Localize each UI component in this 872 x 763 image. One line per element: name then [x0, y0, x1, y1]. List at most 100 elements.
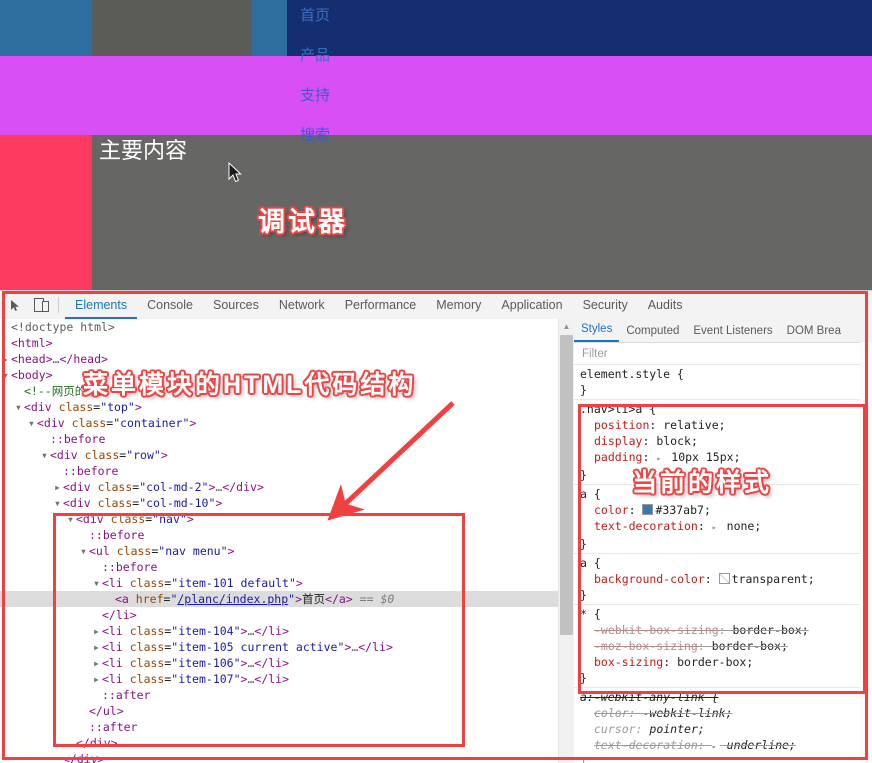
css-declaration[interactable]: display: block; [580, 433, 872, 449]
styles-tab-computed[interactable]: Computed [619, 320, 686, 342]
preview-menu-item-support[interactable]: 支持 [300, 88, 330, 103]
dom-tree-row[interactable]: <li class="item-105 current active">…</l… [0, 639, 558, 655]
dom-tree-row[interactable]: <div class="container"> [0, 415, 558, 431]
disclosure-triangle-icon[interactable] [80, 543, 89, 559]
css-rule[interactable]: element.style {} [574, 365, 872, 400]
preview-menu-item-product[interactable]: 产品 [300, 48, 330, 63]
dom-tree-row[interactable]: <div class="top"> [0, 399, 558, 415]
css-selector[interactable]: a { [580, 555, 872, 571]
css-value[interactable]: border-box; [732, 623, 808, 637]
styles-tab-styles[interactable]: Styles [574, 319, 620, 342]
dom-tree-row[interactable]: <!--网页的顶部--> [0, 383, 558, 399]
disclosure-triangle-icon[interactable] [2, 319, 11, 335]
inspect-cursor-icon[interactable] [3, 293, 27, 317]
disclosure-triangle-icon[interactable] [2, 367, 11, 383]
css-declaration[interactable]: color: -webkit-link; [580, 705, 872, 721]
css-property[interactable]: box-sizing [580, 655, 663, 669]
disclosure-triangle-icon[interactable] [2, 351, 11, 367]
css-declaration[interactable]: background-color: transparent; [580, 571, 872, 587]
dom-tree-row[interactable]: ::before [0, 527, 558, 543]
disclosure-triangle-icon[interactable] [54, 479, 63, 495]
css-selector[interactable]: a { [580, 486, 872, 502]
scrollbar-thumb[interactable] [560, 335, 573, 635]
css-declaration[interactable]: text-decoration: ▸ none; [580, 518, 872, 536]
css-rules-list[interactable]: element.style {} .nav>li>a {position: rel… [574, 365, 872, 763]
disclosure-triangle-icon[interactable] [80, 703, 89, 719]
disclosure-triangle-icon[interactable] [15, 399, 24, 415]
styles-tab-dom-breakpoints[interactable]: DOM Brea [780, 320, 848, 342]
disclosure-triangle-icon[interactable] [80, 527, 89, 543]
chevron-right-icon[interactable]: ▸ [712, 520, 720, 536]
css-value[interactable]: border-box; [677, 655, 753, 669]
color-swatch[interactable] [642, 504, 654, 515]
tab-console[interactable]: Console [137, 292, 203, 319]
css-selector[interactable]: * { [580, 606, 872, 622]
css-value[interactable]: pointer; [649, 722, 704, 736]
chevron-right-icon[interactable]: ▸ [712, 739, 720, 755]
device-toolbar-icon[interactable] [30, 293, 54, 317]
disclosure-triangle-icon[interactable] [54, 463, 63, 479]
tab-sources[interactable]: Sources [203, 292, 269, 319]
disclosure-triangle-icon[interactable] [80, 719, 89, 735]
tab-memory[interactable]: Memory [426, 292, 491, 319]
css-rule[interactable]: a {background-color: transparent;} [574, 554, 872, 605]
dom-tree-row[interactable]: <div class="col-md-2">…</div> [0, 479, 558, 495]
css-value[interactable]: relative; [663, 418, 725, 432]
disclosure-triangle-icon[interactable] [93, 575, 102, 591]
dom-tree-row[interactable]: <html> [0, 335, 558, 351]
dom-tree-row[interactable]: <li class="item-107">…</li> [0, 671, 558, 687]
dom-tree-row[interactable]: ::before [0, 431, 558, 447]
css-declaration[interactable]: cursor: pointer; [580, 721, 872, 737]
css-selector[interactable]: element.style { [580, 366, 872, 382]
chevron-right-icon[interactable]: ▸ [656, 451, 664, 467]
dom-tree-row[interactable]: <body> [0, 367, 558, 383]
preview-menu-item-home[interactable]: 首页 [300, 8, 330, 23]
css-property[interactable]: cursor [580, 722, 636, 736]
dom-tree-row[interactable]: <li class="item-104">…</li> [0, 623, 558, 639]
dom-tree-row[interactable]: <div class="col-md-10"> [0, 495, 558, 511]
css-selector[interactable]: .nav>li>a { [580, 401, 872, 417]
styles-tab-event-listeners[interactable]: Event Listeners [686, 320, 779, 342]
css-selector[interactable]: a:-webkit-any-link { [580, 689, 872, 705]
css-value[interactable]: transparent; [732, 572, 815, 586]
disclosure-triangle-icon[interactable] [15, 383, 24, 399]
css-declaration[interactable]: -webkit-box-sizing: border-box; [580, 622, 872, 638]
css-value[interactable]: -webkit-link; [642, 706, 732, 720]
css-declaration[interactable]: padding: ▸ 10px 15px; [580, 449, 872, 467]
color-swatch[interactable] [718, 573, 730, 584]
css-declaration[interactable]: color: #337ab7; [580, 502, 872, 518]
dom-tree-row[interactable]: </li> [0, 607, 558, 623]
preview-menu-item-search[interactable]: 搜索 [300, 128, 330, 143]
css-property[interactable]: display [580, 434, 642, 448]
dom-tree-row[interactable]: ::after [0, 687, 558, 703]
css-property[interactable]: padding [580, 450, 642, 464]
dom-tree-row[interactable]: </div> [0, 751, 558, 763]
dom-tree-row[interactable]: </div> [0, 735, 558, 751]
tab-audits[interactable]: Audits [638, 292, 693, 319]
css-rule[interactable]: a {color: #337ab7; text-decoration: ▸ non… [574, 485, 872, 554]
styles-filter-input[interactable]: Filter [574, 343, 872, 365]
dom-tree-row[interactable]: </ul> [0, 703, 558, 719]
css-property[interactable]: background-color [580, 572, 705, 586]
dom-tree-pane[interactable]: <!doctype html><html><head>…</head><body… [0, 319, 558, 763]
css-value[interactable]: underline; [727, 738, 796, 752]
disclosure-triangle-icon[interactable] [41, 431, 50, 447]
disclosure-triangle-icon[interactable] [2, 335, 11, 351]
disclosure-triangle-icon[interactable] [106, 591, 115, 607]
dom-tree-row[interactable]: <li class="item-106">…</li> [0, 655, 558, 671]
css-value[interactable]: 10px 15px; [671, 450, 740, 464]
disclosure-triangle-icon[interactable] [93, 623, 102, 639]
tab-network[interactable]: Network [269, 292, 335, 319]
css-rule[interactable]: .nav>li>a {position: relative; display: b… [574, 400, 872, 485]
dom-tree-row[interactable]: <a href="/planc/index.php">首页</a> == $0 [0, 591, 558, 607]
styles-pane-scrollbar[interactable] [860, 342, 872, 763]
disclosure-triangle-icon[interactable] [54, 751, 63, 763]
css-property[interactable]: text-decoration [580, 738, 698, 752]
disclosure-triangle-icon[interactable] [93, 639, 102, 655]
css-property[interactable]: text-decoration [580, 519, 698, 533]
dom-tree-row[interactable]: ::before [0, 463, 558, 479]
disclosure-triangle-icon[interactable] [28, 415, 37, 431]
css-declaration[interactable]: -moz-box-sizing: border-box; [580, 638, 872, 654]
disclosure-triangle-icon[interactable] [67, 735, 76, 751]
dom-tree-row[interactable]: <div class="nav"> [0, 511, 558, 527]
